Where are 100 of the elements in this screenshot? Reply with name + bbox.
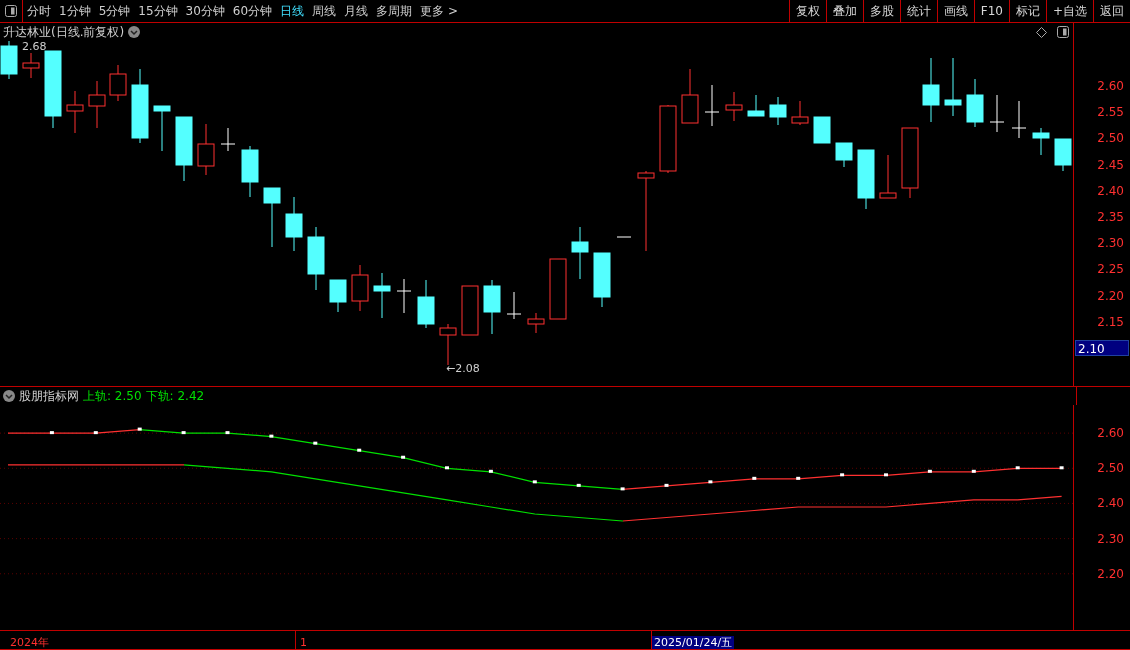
- axis-tick-label: 2.40: [1097, 183, 1124, 198]
- panel-toggle-icon[interactable]: [1057, 26, 1069, 38]
- candlestick: [571, 226, 589, 280]
- period-tab[interactable]: 15分钟: [134, 2, 182, 20]
- candlestick: [197, 123, 215, 176]
- period-tab[interactable]: 分时: [23, 2, 55, 20]
- dropdown-icon[interactable]: [3, 390, 15, 402]
- price-annotation: 2.68: [22, 41, 47, 53]
- candlestick: [769, 96, 787, 126]
- candlestick: [396, 278, 412, 314]
- axis-tick-label: 2.55: [1097, 105, 1124, 120]
- candlestick: [241, 145, 259, 198]
- candlestick: [175, 116, 193, 182]
- period-tab[interactable]: 日线: [276, 2, 309, 20]
- data-point-marker: [620, 487, 625, 491]
- data-point-marker: [313, 441, 318, 445]
- price-annotation: ←2.08: [446, 362, 480, 375]
- time-axis-label: 2024年: [9, 636, 50, 649]
- data-point-marker: [927, 469, 932, 473]
- candlestick: [966, 78, 984, 128]
- data-point-marker: [884, 473, 888, 477]
- stock-title: 升达林业(日线.前复权): [3, 23, 125, 41]
- period-tab[interactable]: 周线: [308, 2, 341, 20]
- data-point-marker: [357, 448, 362, 452]
- candlestick: [263, 187, 281, 248]
- candlestick: [704, 84, 720, 127]
- candlestick: [417, 279, 435, 329]
- candlestick: [439, 323, 457, 366]
- candlestick: [747, 94, 765, 117]
- axis-tick-label: 2.30: [1097, 531, 1124, 546]
- period-tab[interactable]: 5分钟: [94, 2, 135, 20]
- candlestick: [527, 312, 545, 334]
- period-tab[interactable]: 1分钟: [55, 2, 95, 20]
- data-point-marker: [708, 480, 713, 484]
- data-point-marker: [664, 483, 669, 487]
- candlestick: [329, 279, 347, 313]
- axis-tick-label: 2.35: [1097, 210, 1124, 224]
- period-tab[interactable]: 30分钟: [181, 2, 229, 20]
- data-point-marker: [225, 431, 230, 435]
- candlestick: [461, 285, 479, 336]
- axis-tick-label: 2.60: [1097, 426, 1124, 441]
- axis-tick-label: 2.15: [1097, 314, 1124, 329]
- data-point-marker: [752, 476, 757, 480]
- candlestick: [879, 154, 897, 199]
- candlestick: [922, 57, 940, 123]
- candlestick: [153, 105, 171, 152]
- data-point-marker: [840, 473, 845, 477]
- data-point-marker: [576, 483, 581, 487]
- dropdown-icon[interactable]: [128, 26, 141, 38]
- data-point-marker: [49, 431, 54, 435]
- axis-tick-label: 2.20: [1097, 566, 1124, 581]
- candlestick: [944, 57, 962, 117]
- period-tab[interactable]: 多周期: [372, 2, 417, 20]
- candlestick: [616, 236, 632, 238]
- axis-tick-label: 2.50: [1097, 461, 1124, 476]
- axis-tick-label: 2.60: [1097, 79, 1124, 93]
- candlestick: [109, 64, 127, 102]
- diamond-icon[interactable]: [1036, 26, 1047, 38]
- panel-toggle-icon[interactable]: [5, 5, 17, 17]
- candlestick: [483, 279, 501, 335]
- axis-tick-label: 2.50: [1097, 131, 1124, 146]
- candlestick: [22, 52, 40, 79]
- candlestick: [88, 80, 106, 129]
- period-tab[interactable]: 月线: [340, 2, 373, 20]
- axis-tick-label: 2.20: [1097, 288, 1124, 303]
- data-point-marker: [488, 469, 493, 473]
- period-tab[interactable]: 60分钟: [228, 2, 277, 20]
- candlestick: [901, 127, 919, 199]
- period-tab[interactable]: 更多 >: [416, 2, 462, 20]
- data-point-marker: [796, 476, 801, 480]
- candlestick: [857, 149, 875, 210]
- axis-tick-label: 2.25: [1097, 262, 1124, 277]
- candlestick: [285, 196, 303, 252]
- candlestick: [681, 68, 699, 124]
- data-point-marker: [93, 431, 98, 435]
- candlestick: [791, 100, 809, 126]
- candlestick: [66, 90, 84, 134]
- data-point-marker: [532, 480, 537, 484]
- data-point-marker: [971, 469, 976, 473]
- data-point-marker: [445, 466, 449, 470]
- candlestick: [373, 272, 391, 319]
- data-point-marker: [137, 427, 142, 431]
- candlestick: [1032, 127, 1050, 156]
- candlestick: [659, 104, 677, 174]
- data-point-marker: [401, 455, 406, 459]
- candlestick: [1011, 100, 1027, 139]
- candlestick: [593, 252, 611, 308]
- current-price-label: 2.10: [1075, 340, 1129, 356]
- data-point-marker: [1015, 466, 1020, 470]
- data-point-marker: [181, 431, 186, 435]
- candlestick: [220, 127, 236, 152]
- candlestick: [989, 94, 1005, 133]
- candlestick: [0, 41, 18, 80]
- data-point-marker: [269, 434, 274, 438]
- candlestick: [549, 258, 567, 320]
- indicator-name: 股朋指标网: [19, 387, 79, 405]
- data-point-marker: [1059, 466, 1064, 470]
- candlestick: [307, 226, 325, 291]
- time-axis-label: 2025/01/24/五: [652, 636, 735, 649]
- axis-tick-label: 2.40: [1097, 496, 1124, 511]
